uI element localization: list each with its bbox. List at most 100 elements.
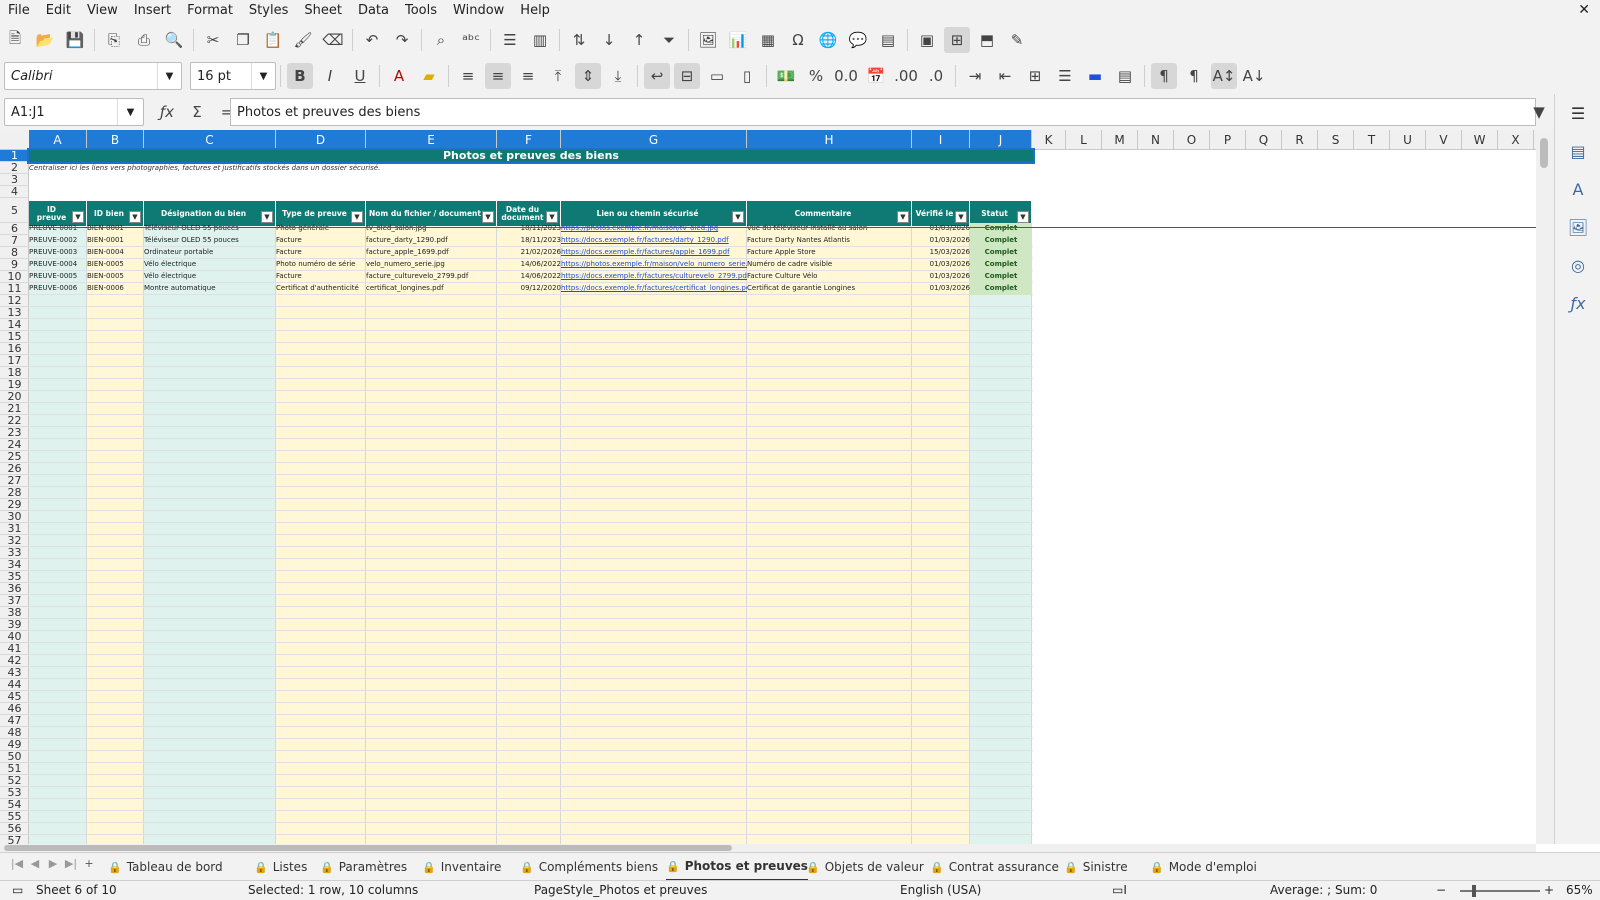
menu-item[interactable]: Format bbox=[179, 0, 241, 22]
properties-icon[interactable]: ▤ bbox=[1565, 138, 1591, 164]
menu-item[interactable]: Sheet bbox=[296, 0, 350, 22]
align-right-icon[interactable]: ≡ bbox=[515, 63, 541, 89]
right-to-left-icon[interactable]: ¶ bbox=[1181, 63, 1207, 89]
table-cell[interactable]: BIEN-0005 bbox=[87, 259, 144, 271]
font-size-combo[interactable]: 16 pt ▼ bbox=[190, 62, 276, 90]
functions-icon[interactable]: ƒx bbox=[1565, 290, 1591, 316]
hyperlink-cell[interactable]: https://docs.exemple.fr/factures/culture… bbox=[561, 271, 747, 283]
table-cell[interactable]: PREUVE-0001 bbox=[29, 223, 87, 235]
clear-formatting-icon[interactable]: ⌫ bbox=[320, 27, 346, 53]
filter-dropdown-icon[interactable]: ▼ bbox=[482, 211, 494, 223]
table-cell[interactable]: 21/02/2026 bbox=[497, 247, 561, 259]
chevron-down-icon[interactable]: ▼ bbox=[157, 63, 181, 89]
print-preview-icon[interactable]: 🔍 bbox=[161, 27, 187, 53]
filter-dropdown-icon[interactable]: ▼ bbox=[129, 211, 141, 223]
table-cell[interactable]: velo_numero_serie.jpg bbox=[366, 259, 497, 271]
show-draw-functions-icon[interactable]: ✎ bbox=[1004, 27, 1030, 53]
column-header[interactable]: U bbox=[1390, 130, 1426, 150]
table-cell[interactable]: BIEN-0004 bbox=[87, 247, 144, 259]
hyperlink-icon[interactable]: 🌐 bbox=[815, 27, 841, 53]
split-window-icon[interactable]: ⬒ bbox=[974, 27, 1000, 53]
table-cell[interactable]: Ordinateur portable bbox=[144, 247, 276, 259]
column-header[interactable]: B bbox=[87, 130, 144, 150]
table-cell[interactable]: Facture bbox=[276, 235, 366, 247]
align-top-icon[interactable]: ⤒ bbox=[545, 63, 571, 89]
menu-item[interactable]: Window bbox=[445, 0, 512, 22]
hyperlink-cell[interactable]: https://docs.exemple.fr/factures/darty_1… bbox=[561, 235, 747, 247]
table-cell[interactable]: 15/03/2026 bbox=[912, 247, 970, 259]
table-cell[interactable]: facture_apple_1699.pdf bbox=[366, 247, 497, 259]
align-left-icon[interactable]: ≡ bbox=[455, 63, 481, 89]
column-header[interactable]: S bbox=[1318, 130, 1354, 150]
conditional-format-icon[interactable]: ▤ bbox=[1112, 63, 1138, 89]
filter-dropdown-icon[interactable]: ▼ bbox=[351, 211, 363, 223]
paste-icon[interactable]: 📋 bbox=[260, 27, 286, 53]
zoom-level[interactable]: 65% bbox=[1566, 883, 1593, 897]
table-cell[interactable]: facture_darty_1290.pdf bbox=[366, 235, 497, 247]
spelling-icon[interactable]: ᵃᵇᶜ bbox=[458, 27, 484, 53]
autofilter-icon[interactable]: ⏷ bbox=[656, 27, 682, 53]
gallery-icon[interactable]: 🖼 bbox=[1565, 214, 1591, 240]
table-cell[interactable]: 14/06/2022 bbox=[497, 271, 561, 283]
table-cell[interactable]: 14/06/2022 bbox=[497, 259, 561, 271]
prev-sheet-icon[interactable]: ◀ bbox=[26, 857, 44, 870]
name-box[interactable]: A1:J1 ▼ bbox=[4, 98, 144, 126]
sheet-tab[interactable]: 🔒 Contrat assurance bbox=[930, 853, 1059, 881]
column-header[interactable]: E bbox=[366, 130, 497, 150]
column-header[interactable]: L bbox=[1066, 130, 1102, 150]
wrap-text-icon[interactable]: ↩ bbox=[644, 63, 670, 89]
table-cell[interactable]: BIEN-0006 bbox=[87, 283, 144, 295]
filter-dropdown-icon[interactable]: ▼ bbox=[732, 211, 744, 223]
filter-dropdown-icon[interactable]: ▼ bbox=[261, 211, 273, 223]
menu-item[interactable]: View bbox=[79, 0, 126, 22]
font-color-icon[interactable]: A bbox=[386, 63, 412, 89]
table-cell[interactable]: BIEN-0001 bbox=[87, 235, 144, 247]
hyperlink-cell[interactable]: https://photos.exemple.fr/maison/tv_oled… bbox=[561, 223, 747, 235]
merge-center-icon[interactable]: ⊟ bbox=[674, 63, 700, 89]
open-icon[interactable]: 📂 bbox=[32, 27, 58, 53]
sheet-tab[interactable]: 🔒 Mode d'emploi bbox=[1150, 853, 1257, 881]
find-replace-icon[interactable]: ⌕ bbox=[428, 27, 454, 53]
formula-input[interactable]: Photos et preuves des biens bbox=[230, 98, 1536, 126]
hyperlink-cell[interactable]: https://docs.exemple.fr/factures/apple_1… bbox=[561, 247, 747, 259]
align-middle-icon[interactable]: ⇕ bbox=[575, 63, 601, 89]
table-cell[interactable]: Vélo électrique bbox=[144, 271, 276, 283]
add-sheet-icon[interactable]: + bbox=[80, 857, 98, 870]
column-icon[interactable]: ▥ bbox=[527, 27, 553, 53]
row-header[interactable]: 4 bbox=[0, 186, 29, 198]
menu-item[interactable]: Data bbox=[350, 0, 397, 22]
table-cell[interactable]: Facture bbox=[276, 247, 366, 259]
column-header[interactable]: J bbox=[970, 130, 1032, 150]
comment-icon[interactable]: 💬 bbox=[845, 27, 871, 53]
sheet-title-cell[interactable]: Photos et preuves des biens bbox=[27, 148, 1035, 164]
define-print-area-icon[interactable]: ▣ bbox=[914, 27, 940, 53]
column-header[interactable]: M bbox=[1102, 130, 1138, 150]
zoom-slider-knob[interactable] bbox=[1472, 885, 1476, 897]
column-header[interactable]: P bbox=[1210, 130, 1246, 150]
page-style[interactable]: PageStyle_Photos et preuves bbox=[534, 883, 707, 897]
special-character-icon[interactable]: Ω bbox=[785, 27, 811, 53]
status-cell[interactable]: Complet bbox=[970, 223, 1032, 235]
function-wizard-icon[interactable]: ƒx bbox=[154, 99, 180, 125]
unmerge-cells-icon[interactable]: ▯ bbox=[734, 63, 760, 89]
freeze-rows-columns-icon[interactable]: ⊞ bbox=[944, 27, 970, 53]
table-cell[interactable]: 01/03/2026 bbox=[912, 235, 970, 247]
spreadsheet-grid[interactable]: ABCDEFGHIJKLMNOPQRSTUVWX 1 2 3 4 5 6 7 8 9 10 11 12… bbox=[0, 130, 1536, 844]
row-header[interactable]: 5 bbox=[0, 198, 29, 223]
hyperlink-cell[interactable]: https://docs.exemple.fr/factures/certifi… bbox=[561, 283, 747, 295]
column-header[interactable]: D bbox=[276, 130, 366, 150]
add-decimal-icon[interactable]: .00 bbox=[893, 63, 919, 89]
selection-mode-icon[interactable]: ▭I bbox=[1112, 883, 1127, 897]
status-cell[interactable]: Complet bbox=[970, 283, 1032, 295]
copy-icon[interactable]: ❐ bbox=[230, 27, 256, 53]
table-cell[interactable]: 01/03/2026 bbox=[912, 271, 970, 283]
menu-item[interactable]: Edit bbox=[38, 0, 79, 22]
table-cell[interactable]: Certificat d'authenticité bbox=[276, 283, 366, 295]
table-cell[interactable]: Photo générale bbox=[276, 223, 366, 235]
table-cell[interactable]: 18/11/2023 bbox=[497, 235, 561, 247]
menu-item[interactable]: Styles bbox=[241, 0, 296, 22]
header-footer-icon[interactable]: ▤ bbox=[875, 27, 901, 53]
table-cell[interactable]: 09/12/2020 bbox=[497, 283, 561, 295]
merge-cells-icon[interactable]: ▭ bbox=[704, 63, 730, 89]
status-cell[interactable]: Complet bbox=[970, 247, 1032, 259]
